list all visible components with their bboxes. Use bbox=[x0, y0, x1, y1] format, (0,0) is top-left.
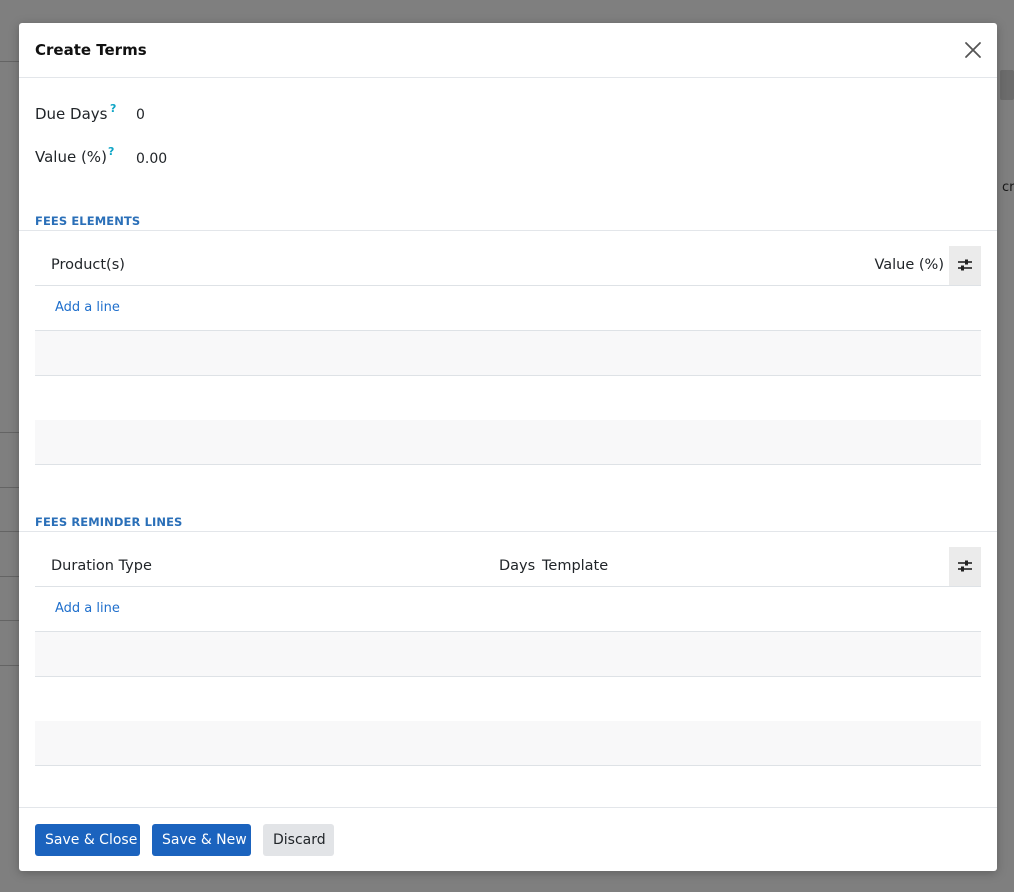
due-days-input[interactable]: 0 bbox=[136, 107, 145, 123]
table-header: Product(s) Value (%) bbox=[35, 246, 981, 286]
save-close-button[interactable]: Save & Close bbox=[35, 824, 140, 856]
table-row bbox=[35, 721, 981, 766]
table-row bbox=[35, 677, 981, 722]
add-line-row: Add a line bbox=[35, 286, 981, 331]
table-header: Duration Type Days Template bbox=[35, 547, 981, 587]
value-percent-label: Value (%) bbox=[35, 148, 107, 166]
value-percent-help-icon[interactable]: ? bbox=[108, 145, 114, 158]
table-row bbox=[35, 376, 981, 421]
value-percent-input[interactable]: 0.00 bbox=[136, 151, 167, 167]
table-row bbox=[35, 331, 981, 376]
optional-columns-toggle[interactable] bbox=[949, 246, 981, 285]
fees-elements-table: Product(s) Value (%) Add a line bbox=[35, 246, 981, 465]
close-icon bbox=[965, 42, 981, 58]
optional-columns-toggle[interactable] bbox=[949, 547, 981, 586]
discard-button[interactable]: Discard bbox=[263, 824, 334, 856]
section-divider bbox=[19, 531, 997, 532]
column-header-template[interactable]: Template bbox=[542, 558, 608, 574]
sliders-icon bbox=[958, 560, 972, 572]
save-new-button[interactable]: Save & New bbox=[152, 824, 251, 856]
close-button[interactable] bbox=[963, 40, 983, 60]
fees-elements-title: FEES ELEMENTS bbox=[35, 214, 141, 228]
table-row bbox=[35, 420, 981, 465]
create-terms-dialog: Create Terms Due Days ? 0 Value (%) ? 0.… bbox=[19, 23, 997, 871]
modal-title: Create Terms bbox=[35, 41, 147, 59]
due-days-help-icon[interactable]: ? bbox=[110, 102, 116, 115]
column-header-products[interactable]: Product(s) bbox=[51, 257, 125, 273]
fees-reminder-lines-title: FEES REMINDER LINES bbox=[35, 515, 183, 529]
sliders-icon bbox=[958, 259, 972, 271]
add-line-link[interactable]: Add a line bbox=[55, 601, 120, 616]
add-line-link[interactable]: Add a line bbox=[55, 300, 120, 315]
modal-footer: Save & Close Save & New Discard bbox=[19, 807, 997, 871]
column-header-days[interactable]: Days bbox=[499, 558, 535, 574]
modal-header: Create Terms bbox=[19, 23, 997, 78]
column-header-duration-type[interactable]: Duration Type bbox=[51, 558, 152, 574]
table-row bbox=[35, 632, 981, 677]
add-line-row: Add a line bbox=[35, 587, 981, 632]
due-days-label: Due Days bbox=[35, 105, 108, 123]
section-divider bbox=[19, 230, 997, 231]
fees-reminder-lines-table: Duration Type Days Template Add a line bbox=[35, 547, 981, 766]
column-header-value-percent[interactable]: Value (%) bbox=[874, 257, 944, 273]
